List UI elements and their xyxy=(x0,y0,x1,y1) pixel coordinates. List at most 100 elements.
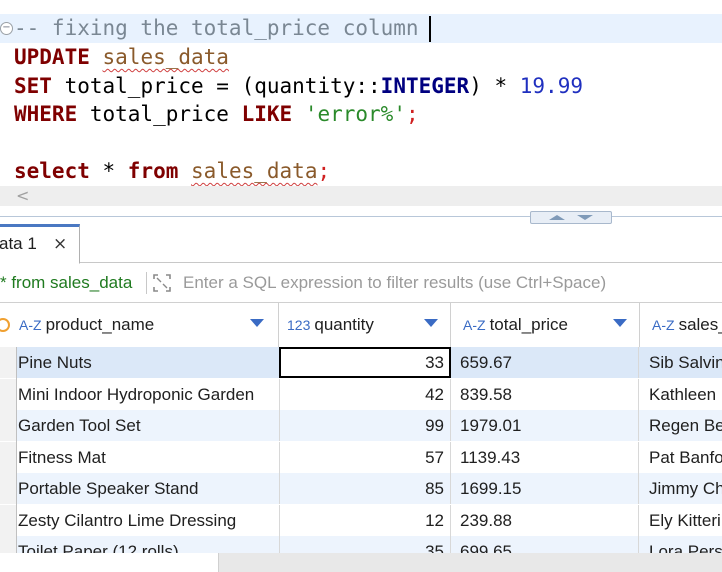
text-caret xyxy=(429,16,431,42)
column-header-quantity[interactable]: 123 quantity xyxy=(279,303,451,347)
code-line-6[interactable]: select * from sales_data; xyxy=(14,157,330,185)
cell-total-price[interactable]: 699.65 xyxy=(451,536,639,553)
cell-product-name[interactable]: Mini Indoor Hydroponic Garden xyxy=(17,379,280,410)
keyword-select: select xyxy=(14,159,90,183)
number-type-icon: 123 xyxy=(287,317,311,333)
splitter-line xyxy=(0,216,722,217)
column-name: sales_ xyxy=(678,315,722,334)
expand-filter-icon[interactable] xyxy=(153,274,171,292)
cell-quantity[interactable]: 33 xyxy=(279,347,451,378)
scroll-left-icon[interactable]: < xyxy=(16,186,29,206)
chevron-down-icon[interactable] xyxy=(424,319,438,327)
cell-total-price[interactable]: 1699.15 xyxy=(451,473,639,504)
cell-total-price[interactable]: 839.58 xyxy=(451,379,639,410)
cell-value: 85 xyxy=(425,479,444,498)
semicolon: ; xyxy=(405,102,419,126)
row-header[interactable] xyxy=(0,379,17,410)
cell-product-name[interactable]: Garden Tool Set xyxy=(17,410,280,441)
number-literal: 19.99 xyxy=(519,74,583,98)
cell-sales[interactable]: Lora Pers xyxy=(640,536,722,553)
row-selector-icon[interactable] xyxy=(0,318,10,332)
table-name: sales_data xyxy=(191,159,318,183)
restore-down-icon[interactable] xyxy=(577,215,593,220)
column-header-product-name[interactable]: A-Z product_name xyxy=(17,303,279,347)
semicolon: ; xyxy=(317,159,331,183)
table-row[interactable]: Toilet Paper (12 rolls) 35 699.65 Lora P… xyxy=(0,536,722,553)
cell-quantity[interactable]: 42 xyxy=(279,379,451,410)
cell-sales[interactable]: Ely Kitteri xyxy=(640,505,722,536)
cell-total-price[interactable]: 659.67 xyxy=(451,347,639,378)
cell-quantity[interactable]: 85 xyxy=(279,473,451,504)
cell-sales[interactable]: Kathleen xyxy=(640,379,722,410)
chevron-down-icon[interactable] xyxy=(613,319,627,327)
row-header[interactable] xyxy=(0,410,17,441)
string-literal: 'error%' xyxy=(304,102,406,126)
maximize-up-icon[interactable] xyxy=(549,215,565,220)
table-row[interactable]: Mini Indoor Hydroponic Garden 42 839.58 … xyxy=(0,379,722,410)
row-header[interactable] xyxy=(0,473,17,504)
splitter-grip[interactable] xyxy=(530,211,612,224)
code-line-2[interactable]: UPDATE sales_data xyxy=(14,43,229,71)
column-header-total-price[interactable]: A-Z total_price xyxy=(451,303,640,347)
code-line-3[interactable]: SET total_price = (quantity::INTEGER) * … xyxy=(14,72,583,100)
tab-label: ata 1 xyxy=(0,234,37,253)
where-column: total_price xyxy=(77,102,242,126)
row-header[interactable] xyxy=(0,442,17,473)
row-header[interactable] xyxy=(0,505,17,536)
cell-value: 12 xyxy=(425,511,444,530)
grid-header: A-Z product_name 123 quantity A-Z total_pri… xyxy=(0,302,722,348)
column-name: total_price xyxy=(489,315,568,334)
scrollbar-thumb[interactable] xyxy=(0,553,219,572)
table-row[interactable]: Portable Speaker Stand 85 1699.15 Jimmy … xyxy=(0,473,722,504)
cell-total-price[interactable]: 1979.01 xyxy=(451,410,639,441)
cell-quantity[interactable]: 99 xyxy=(279,410,451,441)
cell-quantity[interactable]: 35 xyxy=(279,536,451,553)
grid-horizontal-scrollbar[interactable] xyxy=(0,553,722,572)
panel-splitter[interactable] xyxy=(0,208,722,226)
cell-total-price[interactable]: 239.88 xyxy=(451,505,639,536)
cell-value: 99 xyxy=(425,416,444,435)
cell-sales[interactable]: Sib Salvin xyxy=(640,347,722,378)
cell-quantity[interactable]: 12 xyxy=(279,505,451,536)
table-row[interactable]: Pine Nuts 33 659.67 Sib Salvin xyxy=(0,347,722,378)
cell-total-price[interactable]: 1139.43 xyxy=(451,442,639,473)
tab-data-1[interactable]: ata 1 × xyxy=(0,224,80,264)
close-icon[interactable]: × xyxy=(53,227,67,261)
filter-input[interactable]: Enter a SQL expression to filter results… xyxy=(183,266,606,300)
table-row[interactable]: Zesty Cilantro Lime Dressing 12 239.88 E… xyxy=(0,505,722,536)
query-text: * from sales_data xyxy=(0,273,133,292)
row-header[interactable] xyxy=(0,347,17,378)
table-name: sales_data xyxy=(102,45,229,69)
cell-sales[interactable]: Pat Banfo xyxy=(640,442,722,473)
keyword-from: from xyxy=(127,159,179,183)
sql-editor[interactable]: − -- fixing the total_price column UPDAT… xyxy=(0,0,722,208)
sql-comment: -- fixing the total_price column xyxy=(14,16,419,40)
table-row[interactable]: Garden Tool Set 99 1979.01 Regen Be xyxy=(0,410,722,441)
code-line-1[interactable]: -- fixing the total_price column xyxy=(14,14,419,42)
keyword-integer: INTEGER xyxy=(380,74,470,98)
cell-product-name[interactable]: Portable Speaker Stand xyxy=(17,473,280,504)
cell-value: 57 xyxy=(425,448,444,467)
chevron-down-icon[interactable] xyxy=(250,319,264,327)
column-header-sales[interactable]: A-Zsales_ xyxy=(640,303,722,347)
cell-quantity[interactable]: 57 xyxy=(279,442,451,473)
cell-product-name[interactable]: Zesty Cilantro Lime Dressing xyxy=(17,505,280,536)
keyword-like: LIKE xyxy=(241,102,293,126)
results-tab-bar: ata 1 × xyxy=(0,224,722,264)
code-line-4[interactable]: WHERE total_price LIKE 'error%'; xyxy=(14,100,419,128)
cell-product-name[interactable]: Toilet Paper (12 rolls) xyxy=(17,536,280,553)
editor-horizontal-scrollbar[interactable]: < xyxy=(0,186,722,206)
cell-sales[interactable]: Regen Be xyxy=(640,410,722,441)
fold-collapse-icon[interactable]: − xyxy=(0,22,13,35)
table-row[interactable]: Fitness Mat 57 1139.43 Pat Banfo xyxy=(0,442,722,473)
keyword-set: SET xyxy=(14,74,52,98)
keyword-update: UPDATE xyxy=(14,45,90,69)
cell-product-name[interactable]: Fitness Mat xyxy=(17,442,280,473)
text-type-icon: A-Z xyxy=(19,317,42,333)
set-expression: total_price = (quantity:: xyxy=(51,74,381,98)
cell-sales[interactable]: Jimmy Ch xyxy=(640,473,722,504)
results-grid[interactable]: Pine Nuts 33 659.67 Sib Salvin Mini Indo… xyxy=(0,347,722,553)
row-header[interactable] xyxy=(0,536,17,553)
column-name: quantity xyxy=(314,315,374,334)
cell-product-name[interactable]: Pine Nuts xyxy=(17,347,280,378)
